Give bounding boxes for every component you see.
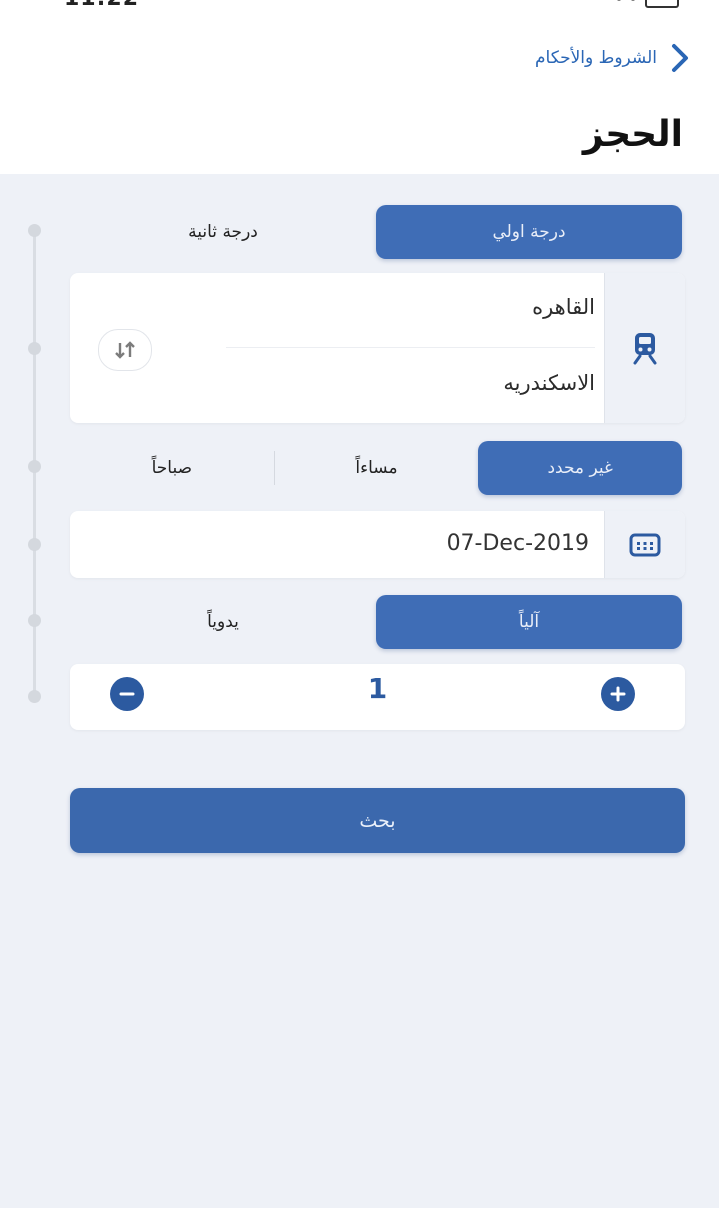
timeline-dot (28, 690, 41, 703)
calendar-icon-box (604, 511, 685, 578)
date-field[interactable]: 07-Dec-2019 (70, 511, 685, 578)
station-icon-box (604, 273, 685, 423)
date-value: 07-Dec-2019 (446, 531, 589, 556)
timeline-dot (28, 342, 41, 355)
timeline-dot (28, 460, 41, 473)
passenger-count: 1 (367, 672, 388, 705)
route-divider (226, 347, 595, 348)
terms-label: الشروط والأحكام (534, 48, 657, 68)
destination-station[interactable]: الاسكندريه (503, 371, 595, 395)
seat-option-manual[interactable]: يدوياً (70, 595, 376, 649)
timeline-dot (28, 538, 41, 551)
time-option-morning[interactable]: صباحاً (70, 441, 274, 495)
route-card: القاهره الاسكندريه (70, 273, 685, 423)
terms-link[interactable]: الشروط والأحكام (535, 42, 693, 74)
calendar-icon (629, 533, 661, 556)
battery-icon (645, 0, 679, 8)
status-time: 11:22 (64, 0, 139, 11)
signal-icon (617, 0, 621, 1)
time-option-evening[interactable]: مساءاً (275, 441, 479, 495)
search-button[interactable]: بحث (70, 788, 685, 853)
plus-icon (610, 686, 626, 702)
timeline-dot (28, 614, 41, 627)
swap-arrows-icon (115, 341, 135, 359)
train-icon (633, 333, 657, 365)
increment-button[interactable] (601, 677, 635, 711)
wifi-icon (631, 0, 635, 1)
seat-option-auto[interactable]: آلياً (376, 595, 682, 649)
class-option-second[interactable]: درجة ثانية (70, 205, 376, 259)
time-toggle: غير محدد مساءاً صباحاً (70, 441, 682, 495)
class-option-first[interactable]: درجة اولي (376, 205, 682, 259)
chevron-right-icon (672, 44, 688, 72)
timeline-dot (28, 224, 41, 237)
status-icons (617, 0, 679, 8)
seat-toggle: آلياً يدوياً (70, 595, 682, 649)
passenger-counter: 1 (70, 664, 685, 730)
time-option-any[interactable]: غير محدد (478, 441, 682, 495)
class-toggle: درجة اولي درجة ثانية (70, 205, 682, 259)
origin-station[interactable]: القاهره (532, 295, 595, 319)
page-title: الحجز (582, 114, 683, 155)
swap-stations-button[interactable] (98, 329, 152, 371)
